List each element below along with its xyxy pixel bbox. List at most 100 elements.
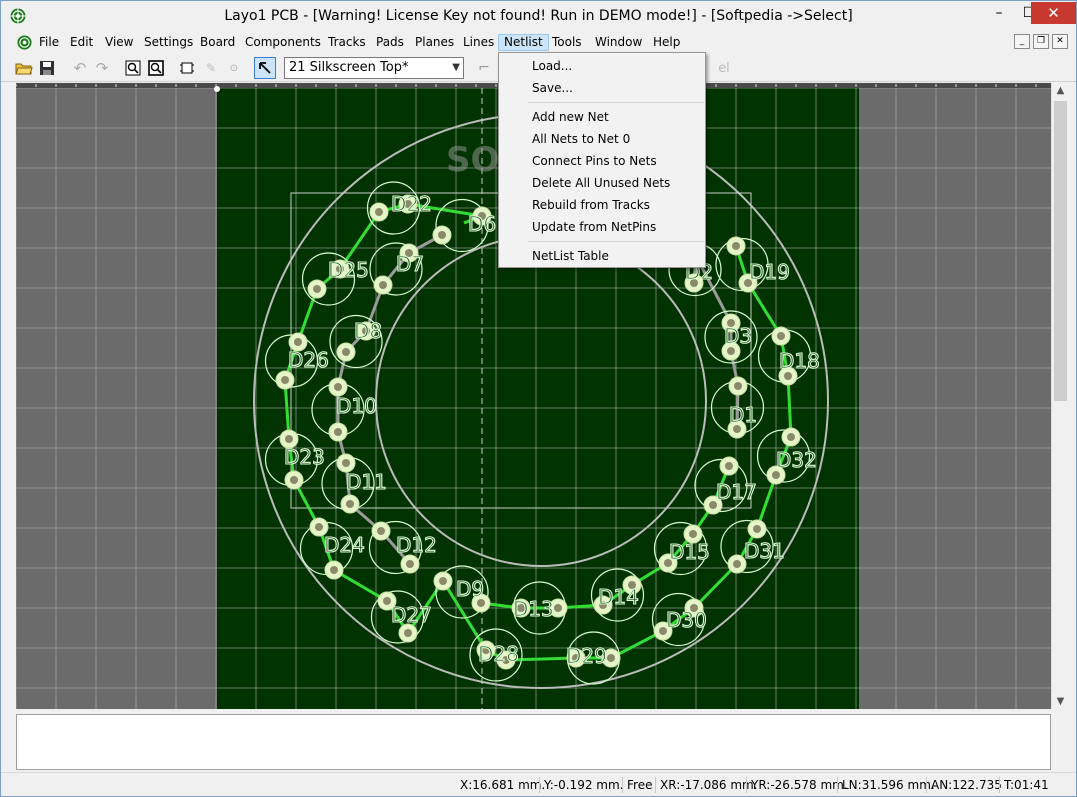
mdi-close-button[interactable]: ✕ [1052,34,1068,49]
pad-hole [732,242,740,250]
pad-hole [315,523,323,531]
open-icon[interactable] [15,59,33,77]
menu-update-from-netpins[interactable]: Update from NetPins [501,217,703,237]
status-mode: Free [622,777,652,793]
menu-edit[interactable]: Edit [65,34,98,51]
pad-hole [734,382,742,390]
message-area[interactable] [16,714,1051,770]
pad-hole [784,372,792,380]
zoom-all-icon[interactable] [147,59,165,77]
pad-hole [342,459,350,467]
pad-hole [377,527,385,535]
window-title: Layo1 PCB - [Warning! License Key not fo… [224,8,853,24]
menu-bar: File Edit View Settings Board Components… [1,32,1076,52]
pad-hole [689,530,697,538]
save-icon[interactable] [38,59,56,77]
menu-board[interactable]: Board [195,34,240,51]
menu-separator [528,241,704,242]
status-xr: XR:-17.086 mm. [655,777,758,793]
component-label: D22 [391,192,432,216]
menu-delete-unused-nets[interactable]: Delete All Unused Nets [501,173,703,193]
scroll-up-icon[interactable]: ▲ [1052,85,1069,96]
component-label: D19 [749,260,790,284]
menu-settings[interactable]: Settings [139,34,198,51]
pad-hole [294,338,302,346]
pad-hole [383,597,391,605]
scroll-down-icon[interactable]: ▼ [1052,696,1069,707]
component-label: D13 [513,597,554,621]
via-icon[interactable]: ⊙ [225,59,243,77]
mdi-restore-button[interactable]: ❐ [1033,34,1049,49]
menu-tools[interactable]: Tools [547,34,587,51]
pad-hole [281,376,289,384]
component-label: D12 [396,533,437,557]
title-bar[interactable]: Layo1 PCB - [Warning! License Key not fo… [1,1,1076,32]
component-label: D15 [669,540,710,564]
pad-hole [725,462,733,470]
netlist-dropdown: Load... Save... Add new Net All Nets to … [498,52,706,268]
pad-hole [375,208,383,216]
track-icon[interactable]: ⌐ [475,59,493,77]
menu-planes[interactable]: Planes [410,34,459,51]
pad-hole [290,476,298,484]
component-label: D3 [724,324,752,348]
status-y: Y:-0.192 mm. [539,777,623,793]
menu-components[interactable]: Components [240,34,326,51]
component-label: D28 [478,642,519,666]
component-label: D17 [716,480,757,504]
component-label: D6 [468,212,496,236]
menu-save[interactable]: Save... [501,78,703,98]
zoom-window-icon[interactable] [124,59,142,77]
pad-hole [787,433,795,441]
menu-file[interactable]: File [34,34,64,51]
app-window: Layo1 PCB - [Warning! License Key not fo… [0,0,1077,797]
layer-select-value: 21 Silkscreen Top* [289,60,409,75]
component-label: D25 [328,258,369,282]
pad-hole [334,428,342,436]
pad-hole [733,560,741,568]
component-label: D29 [566,644,607,668]
component-label: D14 [598,585,639,609]
redo-icon[interactable]: ↷ [93,59,111,77]
pad-hole [772,471,780,479]
status-bar: X:16.681 mm. Y:-0.192 mm. Free XR:-17.08… [1,772,1076,796]
component-icon[interactable] [178,59,196,77]
pad-hole [554,604,562,612]
menu-load[interactable]: Load... [501,56,703,76]
mdi-minimize-button[interactable]: _ [1014,34,1030,49]
menu-lines[interactable]: Lines [458,34,499,51]
menu-window[interactable]: Window [590,34,647,51]
menu-rebuild-from-tracks[interactable]: Rebuild from Tracks [501,195,703,215]
scrollbar-thumb[interactable] [1054,101,1067,401]
component-label: D27 [391,603,432,627]
menu-tracks[interactable]: Tracks [323,34,371,51]
layer-select[interactable]: 21 Silkscreen Top* ▼ [284,57,464,79]
menu-connect-pins[interactable]: Connect Pins to Nets [501,151,703,171]
pencil-icon[interactable]: ✎ [202,59,220,77]
menu-netlist-table[interactable]: NetList Table [501,246,703,266]
menu-netlist[interactable]: Netlist [498,34,549,51]
menu-add-new-net[interactable]: Add new Net [501,107,703,127]
component-label: D8 [354,319,382,343]
pad-hole [777,332,785,340]
component-label: D31 [744,539,785,563]
status-time: T:01:41 [999,777,1049,793]
component-label: D9 [456,577,484,601]
menu-pads[interactable]: Pads [371,34,409,51]
status-yr: YR:-26.578 mm. [746,777,848,793]
close-button[interactable]: ✕ [1031,2,1076,24]
menu-all-nets-to-net-0[interactable]: All Nets to Net 0 [501,129,703,149]
minimize-button[interactable]: – [984,2,1014,24]
pad-hole [342,348,350,356]
vertical-scrollbar[interactable]: ▲ ▼ [1051,83,1068,709]
component-label: D11 [346,470,387,494]
pad-hole [406,560,414,568]
pad-hole [346,500,354,508]
undo-icon[interactable]: ↶ [71,59,89,77]
menu-view[interactable]: View [100,34,138,51]
doc-logo-icon[interactable] [17,35,32,50]
select-arrow-icon[interactable] [254,57,276,79]
component-label: D7 [396,252,424,276]
status-x: X:16.681 mm. [460,778,546,792]
menu-help[interactable]: Help [648,34,685,51]
